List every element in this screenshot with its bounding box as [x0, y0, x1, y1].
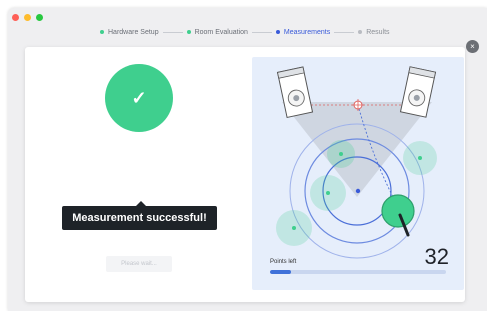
- step-connector: [334, 31, 355, 33]
- window-minimize-button[interactable]: [24, 14, 31, 21]
- step-dot-icon: [186, 30, 191, 34]
- step-connector: [162, 31, 183, 33]
- step-measurements: Measurements: [275, 28, 331, 36]
- progress-bar-fill: [270, 270, 292, 274]
- window-close-button[interactable]: [12, 14, 19, 21]
- step-dot-icon: [358, 30, 363, 34]
- measurement-point: [418, 156, 422, 160]
- please-wait-button[interactable]: Please wait...: [106, 256, 172, 272]
- step-dot-icon: [100, 30, 104, 34]
- close-icon[interactable]: ×: [466, 40, 479, 53]
- points-left-count: 32: [424, 244, 449, 269]
- measurement-point: [339, 152, 343, 156]
- step-hardware-setup: Hardware Setup: [100, 29, 159, 36]
- listener-center: [355, 188, 361, 194]
- step-label: Measurements: [283, 28, 331, 36]
- success-check-icon: ✓: [105, 64, 173, 132]
- step-room-evaluation: Room Evaluation: [186, 28, 248, 36]
- current-mic-position: [381, 194, 415, 228]
- left-speaker-icon: [276, 66, 314, 119]
- points-left-label: Points left: [270, 259, 297, 265]
- step-label: Room Evaluation: [194, 28, 248, 36]
- success-tooltip: Measurement successful!: [62, 201, 217, 230]
- measurement-point: [326, 191, 330, 195]
- step-dot-icon: [275, 30, 280, 34]
- measurement-progress-bar: [270, 270, 446, 274]
- step-connector: [251, 31, 272, 33]
- step-label: Hardware Setup: [108, 28, 159, 36]
- traffic-lights: [12, 14, 43, 21]
- progress-steps: Hardware Setup Room Evaluation Measureme…: [100, 25, 390, 39]
- right-speaker-icon: [399, 66, 437, 118]
- step-label: Results: [366, 28, 390, 36]
- measurement-point: [292, 226, 296, 230]
- window-zoom-button[interactable]: [36, 14, 43, 21]
- step-results: Results: [358, 28, 390, 36]
